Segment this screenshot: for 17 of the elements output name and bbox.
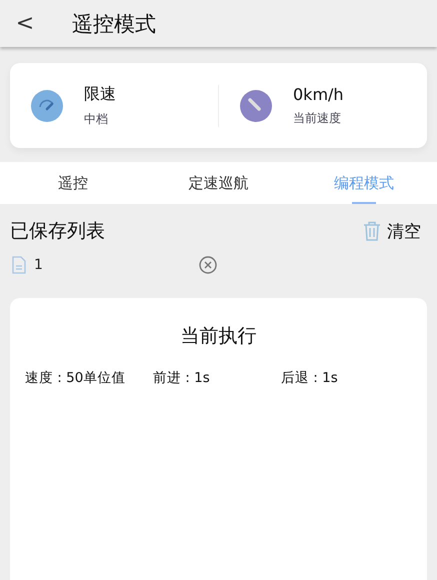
field-text: 前进 : 1s (153, 369, 211, 387)
clear-button[interactable]: 清空 (363, 220, 421, 242)
stat-value: 0km/h (293, 84, 344, 104)
tab[interactable]: 遥控 (0, 162, 146, 204)
saved-item[interactable]: 1 (34, 257, 199, 273)
stat-value: 限速 (84, 84, 116, 104)
remove-icon[interactable] (199, 256, 217, 274)
stat-label: 当前速度 (293, 110, 342, 126)
section-title: 已保存列表 (10, 219, 105, 244)
page-title: 遥控模式 (72, 10, 156, 38)
document-icon (12, 256, 26, 274)
tab[interactable]: 定速巡航 (146, 162, 292, 204)
back-button[interactable]: < (10, 11, 40, 36)
field-text: 后退 : 1s (281, 369, 339, 387)
stat-label: 中档 (84, 110, 109, 128)
card-title: 当前执行 (180, 324, 258, 349)
field-text: 速度 : 50单位值 (25, 369, 126, 387)
